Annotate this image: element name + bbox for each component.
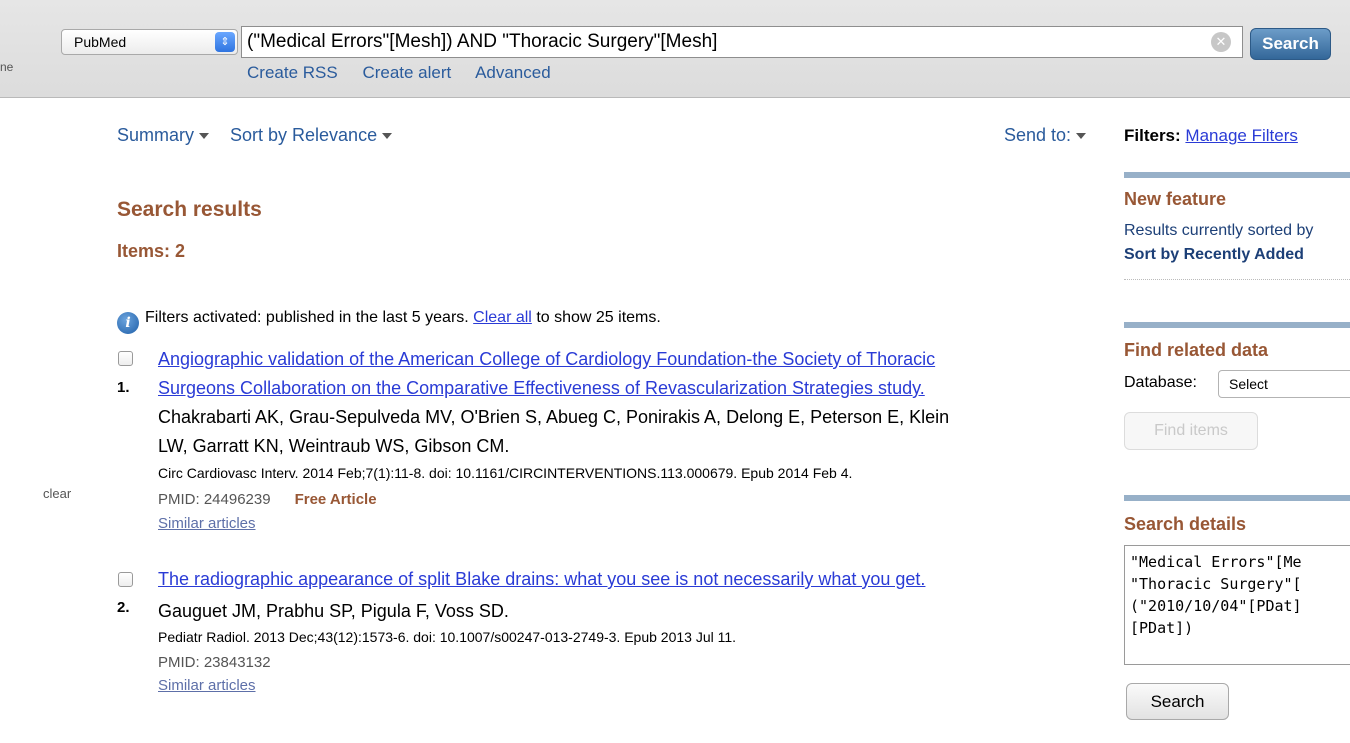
sort-menu-label: Sort by Relevance bbox=[230, 125, 378, 145]
result-number: 1. bbox=[117, 379, 130, 396]
similar-articles-link[interactable]: Similar articles bbox=[158, 515, 256, 532]
search-details-textarea[interactable]: "Medical Errors"[Me "Thoracic Surgery"[ … bbox=[1124, 545, 1350, 665]
send-to-menu[interactable]: Send to: bbox=[1004, 125, 1087, 146]
advanced-search-link[interactable]: Advanced bbox=[475, 63, 551, 82]
result-pmid: PMID: 23843132 bbox=[158, 654, 271, 671]
filter-notice: i Filters activated: published in the las… bbox=[117, 309, 661, 334]
result-title-link[interactable]: The radiographic appearance of split Bla… bbox=[158, 565, 925, 594]
search-details-title: Search details bbox=[1124, 514, 1247, 534]
authors-line: Gauguet JM, Prabhu SP, Pigula F, Voss SD… bbox=[158, 601, 509, 621]
results-title: Search results bbox=[117, 198, 262, 221]
result-title-line: Surgeons Collaboration on the Comparativ… bbox=[158, 378, 925, 398]
result-pmid-line: PMID: 24496239 Free Article bbox=[158, 491, 377, 508]
chevron-down-icon bbox=[382, 133, 393, 140]
result-citation: Circ Cardiovasc Interv. 2014 Feb;7(1):11… bbox=[158, 465, 853, 481]
clear-search-icon[interactable]: ✕ bbox=[1211, 32, 1231, 52]
details-search-button[interactable]: Search bbox=[1126, 683, 1229, 720]
sort-menu[interactable]: Sort by Relevance bbox=[230, 125, 393, 146]
authors-line: LW, Garratt KN, Weintraub WS, Gibson CM. bbox=[158, 436, 510, 456]
chevron-down-icon bbox=[1076, 133, 1087, 140]
new-feature-title: New feature bbox=[1124, 189, 1227, 209]
filters-header: Filters: Manage Filters bbox=[1124, 126, 1298, 146]
filter-note-suffix: to show 25 items. bbox=[536, 309, 661, 326]
info-icon: i bbox=[117, 312, 139, 334]
clear-link[interactable]: clear bbox=[43, 486, 71, 501]
find-items-button[interactable]: Find items bbox=[1124, 412, 1258, 450]
select-arrows-icon: ⇕ bbox=[215, 32, 235, 52]
create-rss-link[interactable]: Create RSS bbox=[247, 63, 338, 82]
similar-articles-link[interactable]: Similar articles bbox=[158, 677, 256, 694]
result-pmid: PMID: 24496239 bbox=[158, 491, 271, 508]
find-related-title: Find related data bbox=[1124, 340, 1269, 360]
manage-filters-link[interactable]: Manage Filters bbox=[1185, 126, 1297, 145]
result-authors: Gauguet JM, Prabhu SP, Pigula F, Voss SD… bbox=[158, 597, 509, 626]
section-divider bbox=[1124, 322, 1350, 328]
create-alert-link[interactable]: Create alert bbox=[362, 63, 451, 82]
send-to-label: Send to: bbox=[1004, 125, 1072, 145]
filter-note-text: Filters activated: published in the last… bbox=[145, 309, 469, 326]
sort-recently-added-link[interactable]: Sort by Recently Added bbox=[1124, 246, 1304, 264]
search-links: Create RSS Create alert Advanced bbox=[247, 63, 571, 83]
new-feature-text: Results currently sorted by bbox=[1124, 222, 1314, 239]
dotted-divider bbox=[1124, 279, 1350, 280]
items-count: Items: 2 bbox=[117, 241, 186, 261]
result-title-link[interactable]: Angiographic validation of the American … bbox=[158, 345, 935, 403]
clear-all-link[interactable]: Clear all bbox=[473, 309, 532, 326]
database-select[interactable]: PubMed ⇕ bbox=[61, 29, 238, 55]
search-input[interactable]: ("Medical Errors"[Mesh]) AND "Thoracic S… bbox=[241, 26, 1243, 58]
format-menu-label: Summary bbox=[117, 125, 195, 145]
result-number: 2. bbox=[117, 599, 130, 616]
result-authors: Chakrabarti AK, Grau-Sepulveda MV, O'Bri… bbox=[158, 403, 949, 461]
chevron-down-icon bbox=[199, 133, 210, 140]
section-divider bbox=[1124, 172, 1350, 178]
database-select-value: PubMed bbox=[74, 34, 127, 50]
section-divider bbox=[1124, 495, 1350, 501]
left-edge-text: ne bbox=[0, 60, 14, 74]
result-title-line: Angiographic validation of the American … bbox=[158, 349, 936, 369]
free-article-badge: Free Article bbox=[294, 491, 377, 508]
authors-line: Chakrabarti AK, Grau-Sepulveda MV, O'Bri… bbox=[158, 407, 950, 427]
format-menu[interactable]: Summary bbox=[117, 125, 210, 146]
result-checkbox-1[interactable] bbox=[118, 351, 133, 366]
related-database-select[interactable]: Select bbox=[1218, 370, 1350, 398]
database-label: Database: bbox=[1124, 374, 1197, 391]
result-citation: Pediatr Radiol. 2013 Dec;43(12):1573-6. … bbox=[158, 629, 737, 645]
result-title-line: The radiographic appearance of split Bla… bbox=[158, 569, 926, 589]
result-checkbox-2[interactable] bbox=[118, 572, 133, 587]
search-button[interactable]: Search bbox=[1250, 28, 1331, 60]
filters-label: Filters: bbox=[1124, 126, 1181, 145]
search-header: ne PubMed ⇕ ("Medical Errors"[Mesh]) AND… bbox=[0, 0, 1350, 98]
